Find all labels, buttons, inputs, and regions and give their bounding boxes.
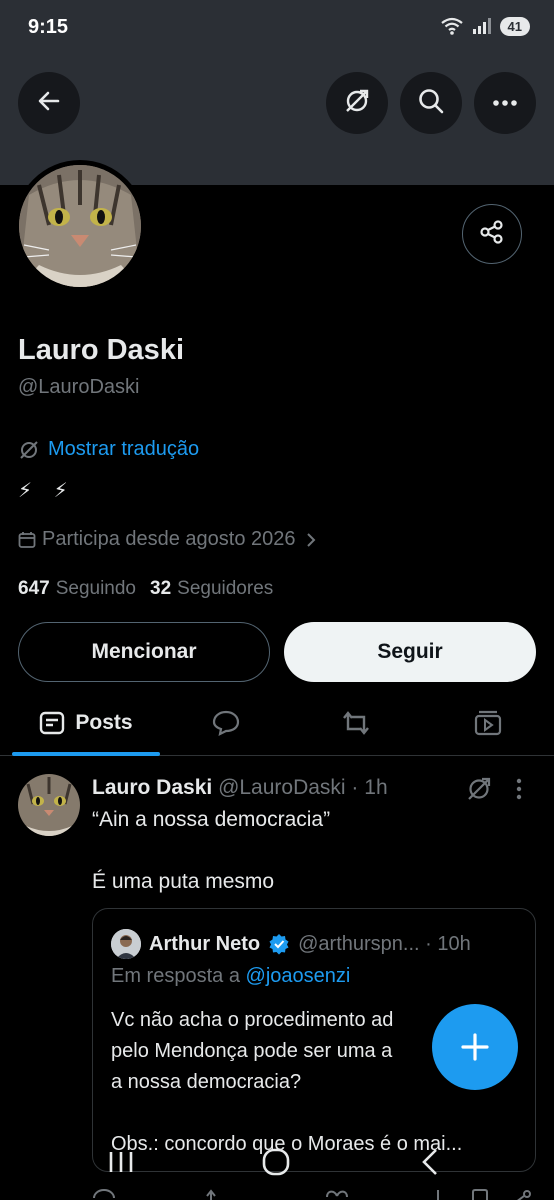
tab-posts[interactable]: Posts [12, 692, 160, 754]
verified-badge-icon [268, 933, 290, 955]
follow-button[interactable]: Seguir [284, 622, 536, 682]
tab-replies[interactable] [196, 692, 256, 754]
post-avatar[interactable] [18, 774, 80, 836]
search-button[interactable] [400, 72, 462, 134]
system-nav-bar [0, 1140, 554, 1184]
post-author[interactable]: Lauro Daski [92, 776, 212, 799]
translate-button[interactable] [326, 72, 388, 134]
quote-meta: @arthurspn... · 10h [298, 932, 471, 955]
translate-post-icon[interactable] [466, 776, 492, 802]
following-stat[interactable]: 647 Seguindo [18, 578, 136, 600]
profile-bio: ⚡ ⚡ [18, 480, 76, 502]
back-button[interactable] [18, 72, 80, 134]
mention-button[interactable]: Mencionar [18, 622, 270, 682]
profile-tabs: Posts [0, 692, 554, 756]
quote-avatar [111, 929, 141, 959]
share-post-icon[interactable] [510, 1188, 534, 1200]
chevron-right-icon [306, 532, 316, 548]
signal-icon [472, 17, 492, 35]
media-icon [474, 710, 502, 736]
more-icon [492, 94, 518, 112]
share-icon [478, 218, 506, 251]
status-time: 9:15 [28, 16, 69, 38]
wifi-icon [440, 16, 464, 36]
quote-reply-context: Em resposta a @joaosenzi [111, 965, 351, 987]
follow-stats: 647 Seguindo 32 Seguidores [18, 578, 273, 600]
repost-icon [340, 710, 372, 736]
battery-indicator: 41 [499, 16, 530, 36]
profile-avatar[interactable] [14, 160, 146, 292]
joined-date[interactable]: Participa desde agosto 2026 [18, 528, 316, 551]
reply-icon[interactable] [92, 1188, 116, 1200]
active-tab-indicator [12, 752, 160, 756]
tab-reposts[interactable] [326, 692, 386, 754]
show-translation-label: Mostrar tradução [48, 438, 200, 460]
quote-header: Arthur Neto @arthurspn... · 10h [111, 929, 471, 959]
calendar-icon [18, 531, 36, 549]
post-action-bar [92, 1184, 536, 1200]
search-icon [417, 87, 445, 120]
cat-avatar-image [19, 165, 141, 287]
profile-name: Lauro Daski [18, 334, 184, 366]
tab-media[interactable] [458, 692, 518, 754]
post-header-actions [466, 776, 522, 802]
translate-icon [18, 439, 40, 461]
repost-icon[interactable] [204, 1188, 232, 1200]
post-text-line1: “Ain a nossa democracia” [92, 808, 331, 831]
compose-fab[interactable] [432, 1004, 518, 1090]
post-text-line2: É uma puta mesmo [92, 870, 275, 893]
reply-icon [212, 710, 240, 736]
home-icon[interactable] [262, 1148, 290, 1176]
joined-label: Participa desde agosto 2026 [42, 528, 296, 550]
recent-apps-icon[interactable] [108, 1150, 134, 1174]
followers-stat[interactable]: 32 Seguidores [150, 578, 273, 600]
share-button[interactable] [462, 204, 522, 264]
post-more-icon[interactable] [516, 778, 522, 800]
status-icons: 41 [440, 16, 530, 36]
profile-handle: @LauroDaski [18, 376, 140, 398]
like-icon[interactable] [324, 1188, 350, 1200]
plus-icon [460, 1032, 490, 1062]
post-meta: @LauroDaski · 1h [218, 776, 388, 799]
back-arrow-icon [36, 88, 62, 119]
translate-icon [343, 87, 371, 120]
reply-to-handle[interactable]: @joaosenzi [246, 965, 351, 987]
more-button[interactable] [474, 72, 536, 134]
bookmark-icon[interactable] [470, 1188, 490, 1200]
posts-icon [39, 710, 65, 736]
quote-author: Arthur Neto [149, 932, 261, 955]
tab-posts-label: Posts [75, 711, 133, 734]
views-icon[interactable] [428, 1188, 448, 1200]
show-translation-link[interactable]: Mostrar tradução [18, 438, 199, 461]
nav-back-icon[interactable] [420, 1148, 440, 1176]
post-header: Lauro Daski @LauroDaski · 1h [92, 776, 388, 800]
